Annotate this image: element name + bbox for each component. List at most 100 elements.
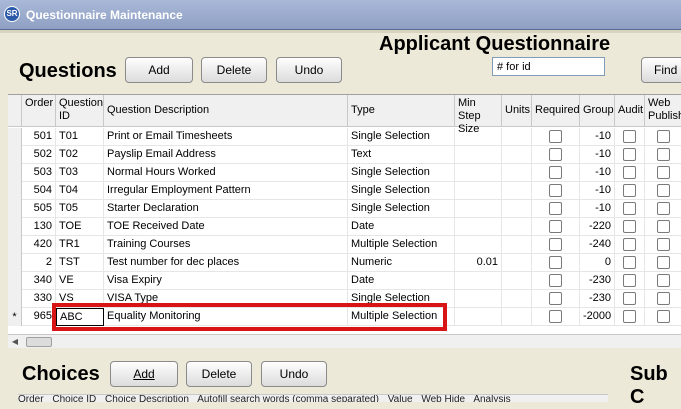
cell-group[interactable]: -10 xyxy=(580,164,615,182)
cell-units[interactable] xyxy=(502,128,532,146)
required-checkbox[interactable] xyxy=(549,184,562,197)
choices-col[interactable]: Choice Description xyxy=(105,395,189,402)
cell-type[interactable]: Multiple Selection xyxy=(348,236,455,254)
scrollbar-thumb[interactable] xyxy=(26,337,52,347)
cell-question-id[interactable]: TR1 xyxy=(56,236,104,254)
web-publish-checkbox[interactable] xyxy=(657,274,670,287)
cell-units[interactable] xyxy=(502,182,532,200)
audit-checkbox[interactable] xyxy=(623,292,636,305)
web-publish-checkbox[interactable] xyxy=(657,148,670,161)
cell-description[interactable]: Irregular Employment Pattern xyxy=(104,182,348,200)
row-selector[interactable] xyxy=(8,218,22,236)
cell-question-id[interactable]: T03 xyxy=(56,164,104,182)
cell-units[interactable] xyxy=(502,236,532,254)
cell-units[interactable] xyxy=(502,254,532,272)
cell-order[interactable]: 503 xyxy=(22,164,56,182)
row-selector[interactable] xyxy=(8,164,22,182)
col-group[interactable]: Group xyxy=(580,95,615,127)
web-publish-checkbox[interactable] xyxy=(657,130,670,143)
cell-units[interactable] xyxy=(502,200,532,218)
audit-checkbox[interactable] xyxy=(623,202,636,215)
cell-description[interactable]: Normal Hours Worked xyxy=(104,164,348,182)
cell-question-id[interactable]: T01 xyxy=(56,128,104,146)
cell-order[interactable]: 130 xyxy=(22,218,56,236)
col-question-description[interactable]: Question Description xyxy=(104,95,348,127)
row-selector[interactable] xyxy=(8,146,22,164)
cell-description[interactable]: TOE Received Date xyxy=(104,218,348,236)
cell-type[interactable]: Single Selection xyxy=(348,164,455,182)
audit-checkbox[interactable] xyxy=(623,274,636,287)
choices-col[interactable]: Web Hide xyxy=(421,395,465,402)
choices-col[interactable]: Autofill search words (comma separated) xyxy=(197,395,379,402)
col-required[interactable]: Required xyxy=(532,95,580,127)
cell-order[interactable]: 330 xyxy=(22,290,56,308)
audit-checkbox[interactable] xyxy=(623,148,636,161)
cell-group[interactable]: -220 xyxy=(580,218,615,236)
cell-question-id[interactable]: T05 xyxy=(56,200,104,218)
cell-question-id[interactable]: VE xyxy=(56,272,104,290)
row-selector[interactable] xyxy=(8,254,22,272)
cell-min-step[interactable] xyxy=(455,128,502,146)
cell-min-step[interactable] xyxy=(455,164,502,182)
scroll-left-icon[interactable]: ◀ xyxy=(9,336,21,348)
cell-description[interactable]: Visa Expiry xyxy=(104,272,348,290)
cell-group[interactable]: -10 xyxy=(580,128,615,146)
cell-order[interactable]: 505 xyxy=(22,200,56,218)
cell-description[interactable]: Training Courses xyxy=(104,236,348,254)
required-checkbox[interactable] xyxy=(549,292,562,305)
required-checkbox[interactable] xyxy=(549,166,562,179)
cell-type[interactable]: Date xyxy=(348,272,455,290)
col-min-step-size[interactable]: Min Step Size xyxy=(455,95,502,135)
col-question-id[interactable]: Question ID xyxy=(56,95,104,127)
cell-order[interactable]: 2 xyxy=(22,254,56,272)
audit-checkbox[interactable] xyxy=(623,130,636,143)
web-publish-checkbox[interactable] xyxy=(657,220,670,233)
col-units[interactable]: Units xyxy=(502,95,532,127)
cell-description[interactable]: Test number for dec places xyxy=(104,254,348,272)
col-web-publish[interactable]: Web Publish xyxy=(645,95,681,127)
row-selector[interactable] xyxy=(8,272,22,290)
horizontal-scrollbar[interactable]: ◀ xyxy=(8,334,681,348)
cell-min-step[interactable] xyxy=(455,146,502,164)
cell-order[interactable]: 420 xyxy=(22,236,56,254)
cell-group[interactable]: -230 xyxy=(580,290,615,308)
cell-min-step[interactable] xyxy=(455,308,502,326)
row-selector[interactable] xyxy=(8,128,22,146)
table-row[interactable]: 340 VE Visa Expiry Date -230 xyxy=(8,272,681,290)
table-row[interactable]: 503 T03 Normal Hours Worked Single Selec… xyxy=(8,164,681,182)
table-row[interactable]: 2 TST Test number for dec places Numeric… xyxy=(8,254,681,272)
required-checkbox[interactable] xyxy=(549,274,562,287)
row-selector[interactable] xyxy=(8,236,22,254)
undo-question-button[interactable]: Undo xyxy=(276,57,342,83)
table-row[interactable]: 420 TR1 Training Courses Multiple Select… xyxy=(8,236,681,254)
audit-checkbox[interactable] xyxy=(623,238,636,251)
cell-min-step[interactable] xyxy=(455,200,502,218)
app-logo-icon[interactable]: SR xyxy=(4,6,20,22)
cell-type[interactable]: Single Selection xyxy=(348,182,455,200)
cell-question-id[interactable]: T02 xyxy=(56,146,104,164)
table-row[interactable]: 505 T05 Starter Declaration Single Selec… xyxy=(8,200,681,218)
cell-min-step[interactable]: 0.01 xyxy=(455,254,502,272)
audit-checkbox[interactable] xyxy=(623,310,636,323)
cell-group[interactable]: -240 xyxy=(580,236,615,254)
cell-units[interactable] xyxy=(502,272,532,290)
cell-units[interactable] xyxy=(502,146,532,164)
cell-type[interactable]: Date xyxy=(348,218,455,236)
undo-choice-button[interactable]: Undo xyxy=(261,361,327,387)
required-checkbox[interactable] xyxy=(549,130,562,143)
find-button[interactable]: Find C xyxy=(641,57,681,83)
cell-order[interactable]: 501 xyxy=(22,128,56,146)
required-checkbox[interactable] xyxy=(549,256,562,269)
cell-type[interactable]: Text xyxy=(348,146,455,164)
cell-type[interactable]: Single Selection xyxy=(348,128,455,146)
cell-order[interactable]: 504 xyxy=(22,182,56,200)
web-publish-checkbox[interactable] xyxy=(657,310,670,323)
table-row[interactable]: 504 T04 Irregular Employment Pattern Sin… xyxy=(8,182,681,200)
cell-min-step[interactable] xyxy=(455,236,502,254)
required-checkbox[interactable] xyxy=(549,220,562,233)
add-question-button[interactable]: Add xyxy=(125,57,193,83)
col-order[interactable]: Order xyxy=(22,95,56,127)
web-publish-checkbox[interactable] xyxy=(657,184,670,197)
table-row[interactable]: 501 T01 Print or Email Timesheets Single… xyxy=(8,128,681,146)
cell-order[interactable]: 965 xyxy=(22,308,56,326)
